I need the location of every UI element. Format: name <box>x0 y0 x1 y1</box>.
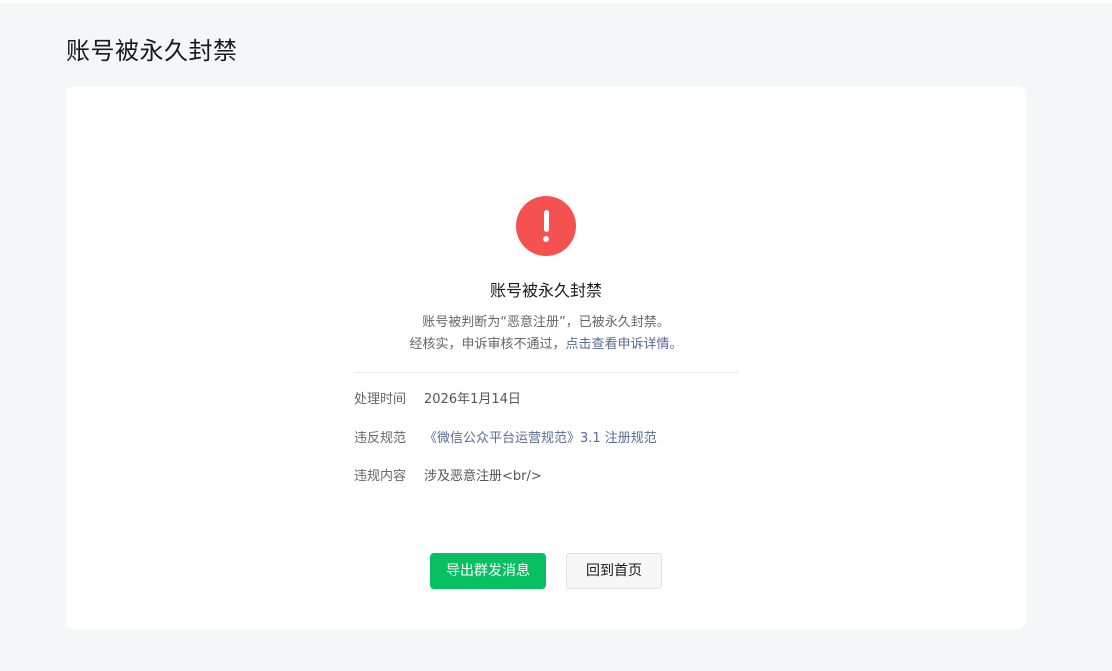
appeal-result-line: 经核实，申诉审核不通过，点击查看申诉详情。 <box>66 335 1026 355</box>
detail-row-rule: 违反规范 《微信公众平台运营规范》3.1 注册规范 <box>354 429 657 449</box>
appeal-result-text: 经核实，申诉审核不通过， <box>409 337 566 352</box>
page-title: 账号被永久封禁 <box>66 37 238 65</box>
rule-link[interactable]: 《微信公众平台运营规范》3.1 注册规范 <box>424 431 657 446</box>
detail-label: 违反规范 <box>354 431 407 446</box>
ban-notice-card: 账号被永久封禁 账号被判断为“恶意注册”，已被永久封禁。 经核实，申诉审核不通过… <box>66 86 1026 629</box>
back-home-button[interactable]: 回到首页 <box>566 553 662 589</box>
exclamation-bar <box>543 210 549 232</box>
detail-value: 2026年1月14日 <box>424 392 521 407</box>
appeal-details-link[interactable]: 点击查看申诉详情。 <box>566 337 683 352</box>
top-strip <box>0 0 1112 3</box>
exclamation-circle-icon <box>516 196 576 256</box>
detail-label: 违规内容 <box>354 469 407 484</box>
export-messages-button[interactable]: 导出群发消息 <box>430 553 546 589</box>
status-title: 账号被永久封禁 <box>489 281 602 300</box>
status-description: 账号被判断为“恶意注册”，已被永久封禁。 <box>422 315 670 330</box>
detail-label: 处理时间 <box>354 392 407 407</box>
detail-row-time: 处理时间 2026年1月14日 <box>354 390 521 410</box>
detail-value: 涉及恶意注册<br/> <box>424 469 542 484</box>
divider <box>354 372 739 373</box>
exclamation-dot <box>543 236 549 242</box>
detail-row-content: 违规内容 涉及恶意注册<br/> <box>354 467 542 487</box>
